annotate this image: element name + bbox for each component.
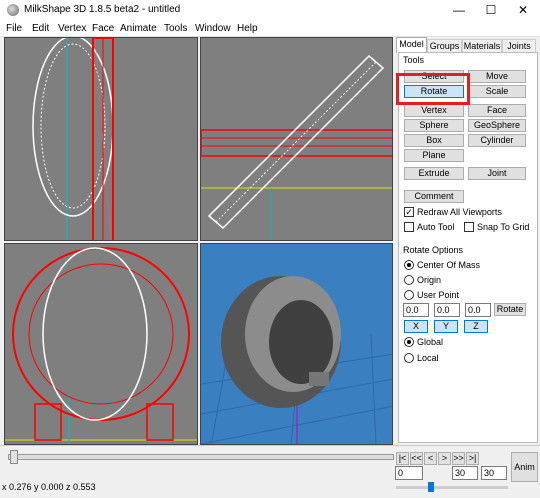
local-radio[interactable] <box>404 353 414 363</box>
tab-materials[interactable]: Materials <box>462 39 502 53</box>
title-bar: MilkShape 3D 1.8.5 beta2 - untitled — ☐ … <box>0 0 540 20</box>
prev-frame-button[interactable]: < <box>424 452 437 465</box>
local-label: Local <box>417 353 439 363</box>
ring-selected-inner <box>28 263 174 405</box>
current-frame-field[interactable]: 0 <box>395 466 423 480</box>
center-of-mass-label: Center Of Mass <box>417 260 481 270</box>
menu-file[interactable]: File <box>6 23 22 34</box>
move-button[interactable]: Move <box>468 70 526 83</box>
viewport-3d[interactable] <box>200 243 393 445</box>
anim-button[interactable]: Anim <box>511 452 538 482</box>
ring-inner <box>40 43 106 209</box>
menu-animate[interactable]: Animate <box>120 23 157 34</box>
extrude-button[interactable]: Extrude <box>404 167 464 180</box>
axis-z-button[interactable]: Z <box>464 320 488 333</box>
viewport-top[interactable] <box>200 37 393 241</box>
user-point-label: User Point <box>417 290 460 300</box>
user-point-radio[interactable] <box>404 290 414 300</box>
rotate-apply-button[interactable]: Rotate <box>494 303 526 316</box>
scale-button[interactable]: Scale <box>468 85 526 98</box>
end-frame-field[interactable]: 30 <box>452 466 478 480</box>
origin-label: Origin <box>417 275 442 285</box>
rotate-z-field[interactable]: 0.0 <box>465 303 491 317</box>
zoom-slider-track[interactable] <box>396 486 508 489</box>
selected-band <box>201 129 392 157</box>
viewport-side[interactable] <box>4 243 198 445</box>
box-button[interactable]: Box <box>404 134 464 147</box>
menu-face[interactable]: Face <box>92 23 114 34</box>
snap-to-grid-checkbox[interactable] <box>464 222 474 232</box>
tab-groups[interactable]: Groups <box>427 39 462 53</box>
global-label: Global <box>417 337 444 347</box>
coordinate-status: x 0.276 y 0.000 z 0.553 <box>2 482 96 492</box>
zoom-slider-thumb[interactable] <box>428 482 434 492</box>
close-button[interactable]: ✕ <box>504 0 540 20</box>
menu-bar: File Edit Vertex Face Animate Tools Wind… <box>0 20 540 37</box>
side-wireframe <box>5 247 197 444</box>
menu-edit[interactable]: Edit <box>32 23 49 34</box>
object-stand <box>309 372 329 386</box>
timeline-area: x 0.276 y 0.000 z 0.553 |< << < > >> >| … <box>0 445 540 498</box>
geosphere-button[interactable]: GeoSphere <box>468 119 526 132</box>
right-stand <box>146 403 174 441</box>
auto-tool-label: Auto Tool <box>417 222 455 232</box>
next-frame-button[interactable]: > <box>438 452 451 465</box>
axis-y-button[interactable]: Y <box>434 320 458 333</box>
redraw-all-checkbox[interactable]: ✓ <box>404 207 414 217</box>
timeline-slider-thumb[interactable] <box>10 450 18 464</box>
menu-help[interactable]: Help <box>237 23 258 34</box>
menu-vertex[interactable]: Vertex <box>58 23 86 34</box>
origin-radio[interactable] <box>404 275 414 285</box>
milkshape-icon <box>7 4 19 16</box>
auto-tool-checkbox[interactable] <box>404 222 414 232</box>
comment-button[interactable]: Comment <box>404 190 464 203</box>
ring-outline <box>32 38 114 217</box>
diagonal-center <box>215 61 377 223</box>
face-button[interactable]: Face <box>468 104 526 117</box>
viewport-front[interactable] <box>4 37 198 241</box>
rotate-highlight-box <box>396 73 470 105</box>
joint-button[interactable]: Joint <box>468 167 526 180</box>
total-frames-field[interactable]: 30 <box>481 466 507 480</box>
cylinder-button[interactable]: Cylinder <box>468 134 526 147</box>
rotate-y-field[interactable]: 0.0 <box>434 303 460 317</box>
sphere-button[interactable]: Sphere <box>404 119 464 132</box>
menu-tools[interactable]: Tools <box>164 23 187 34</box>
top-wireframe <box>201 54 392 240</box>
object-inner <box>269 300 333 384</box>
prev-key-button[interactable]: << <box>410 452 423 465</box>
window-title: MilkShape 3D 1.8.5 beta2 - untitled <box>24 4 181 15</box>
snap-to-grid-label: Snap To Grid <box>477 222 530 232</box>
tab-joints[interactable]: Joints <box>502 39 536 53</box>
rotate-x-field[interactable]: 0.0 <box>403 303 429 317</box>
ring-outline <box>42 247 148 421</box>
tools-group-label: Tools <box>403 55 425 65</box>
global-radio[interactable] <box>404 337 414 347</box>
tab-model[interactable]: Model <box>396 37 427 53</box>
plane-button[interactable]: Plane <box>404 149 464 162</box>
menu-window[interactable]: Window <box>195 23 231 34</box>
timeline-track[interactable] <box>8 454 394 460</box>
last-frame-button[interactable]: >| <box>466 452 479 465</box>
first-frame-button[interactable]: |< <box>396 452 409 465</box>
center-of-mass-radio[interactable] <box>404 260 414 270</box>
vertex-button[interactable]: Vertex <box>404 104 464 117</box>
next-key-button[interactable]: >> <box>452 452 465 465</box>
redraw-all-label: Redraw All Viewports <box>417 207 502 217</box>
axis-x-button[interactable]: X <box>404 320 428 333</box>
rotate-options-label: Rotate Options <box>403 245 464 255</box>
front-wireframe <box>32 38 114 240</box>
perspective-view <box>201 276 392 444</box>
ring-selected-outer <box>12 247 190 421</box>
